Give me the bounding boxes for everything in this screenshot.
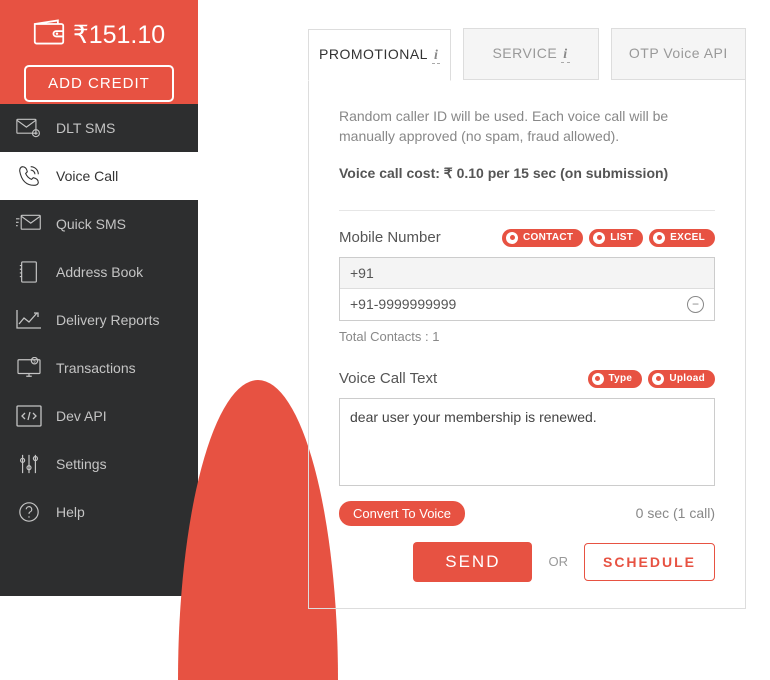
- sidebar-item-label: Voice Call: [56, 168, 118, 184]
- radio-dot-icon: [506, 232, 518, 244]
- sidebar-header: ₹151.10 ADD CREDIT: [0, 0, 198, 104]
- sidebar-item-help[interactable]: Help: [0, 488, 198, 536]
- monitor-money-icon: $: [16, 357, 42, 379]
- envelope-fast-icon: [16, 213, 42, 235]
- sidebar-item-label: Quick SMS: [56, 216, 126, 232]
- sidebar-item-address-book[interactable]: Address Book: [0, 248, 198, 296]
- add-credit-button[interactable]: ADD CREDIT: [24, 65, 174, 102]
- radio-dot-icon: [652, 373, 664, 385]
- contact-pill[interactable]: CONTACT: [502, 229, 583, 247]
- sidebar-item-label: Transactions: [56, 360, 136, 376]
- sidebar-item-delivery-reports[interactable]: Delivery Reports: [0, 296, 198, 344]
- sidebar-item-transactions[interactable]: $ Transactions: [0, 344, 198, 392]
- sidebar-item-label: Help: [56, 504, 85, 520]
- type-pill[interactable]: Type: [588, 370, 643, 388]
- or-label: OR: [548, 554, 568, 569]
- chart-line-icon: [16, 309, 42, 331]
- tab-promotional[interactable]: PROMOTIONALi: [308, 29, 451, 81]
- main-content: PROMOTIONALi SERVICEi OTP Voice API Rand…: [198, 0, 770, 596]
- tab-otp-voice-api[interactable]: OTP Voice API: [611, 28, 746, 80]
- panel-description: Random caller ID will be used. Each voic…: [339, 106, 715, 147]
- send-button[interactable]: SEND: [413, 542, 532, 582]
- panel: Random caller ID will be used. Each voic…: [308, 80, 746, 609]
- remove-contact-button[interactable]: −: [687, 296, 704, 313]
- tab-service[interactable]: SERVICEi: [463, 28, 598, 80]
- envelope-plus-icon: [16, 117, 42, 139]
- total-contacts: Total Contacts : 1: [339, 329, 715, 344]
- voice-text-label: Voice Call Text: [339, 370, 437, 387]
- sliders-icon: [16, 453, 42, 475]
- book-icon: [16, 261, 42, 283]
- radio-dot-icon: [592, 373, 604, 385]
- sidebar-item-label: DLT SMS: [56, 120, 115, 136]
- sidebar-item-settings[interactable]: Settings: [0, 440, 198, 488]
- info-icon[interactable]: i: [561, 47, 569, 63]
- phone-icon: [16, 165, 42, 187]
- contact-number: +91-9999999999: [350, 296, 456, 312]
- radio-dot-icon: [593, 232, 605, 244]
- cost-text: Voice call cost: ₹ 0.10 per 15 sec (on s…: [339, 165, 715, 182]
- sidebar-item-label: Settings: [56, 456, 107, 472]
- sidebar-item-voice-call[interactable]: Voice Call: [0, 152, 198, 200]
- info-icon[interactable]: i: [432, 48, 440, 64]
- wallet-icon: [33, 18, 65, 51]
- tabs: PROMOTIONALi SERVICEi OTP Voice API: [308, 28, 746, 80]
- balance-amount: ₹151.10: [73, 20, 165, 50]
- list-pill[interactable]: LIST: [589, 229, 643, 247]
- sidebar-item-label: Address Book: [56, 264, 143, 280]
- help-icon: [16, 501, 42, 523]
- code-icon: [16, 405, 42, 427]
- schedule-button[interactable]: SCHEDULE: [584, 543, 715, 581]
- voice-text-input[interactable]: [339, 398, 715, 486]
- mobile-prefix[interactable]: +91: [340, 258, 714, 289]
- sidebar-item-quick-sms[interactable]: Quick SMS: [0, 200, 198, 248]
- sidebar: ₹151.10 ADD CREDIT DLT SMS Voice Call Qu…: [0, 0, 198, 596]
- divider: [339, 210, 715, 211]
- upload-pill[interactable]: Upload: [648, 370, 715, 388]
- mobile-number-label: Mobile Number: [339, 229, 441, 246]
- voice-duration-meta: 0 sec (1 call): [636, 505, 715, 521]
- sidebar-nav: DLT SMS Voice Call Quick SMS Address Boo…: [0, 104, 198, 536]
- radio-dot-icon: [653, 232, 665, 244]
- excel-pill[interactable]: EXCEL: [649, 229, 715, 247]
- mobile-number-box: +91 +91-9999999999 −: [339, 257, 715, 321]
- convert-to-voice-button[interactable]: Convert To Voice: [339, 501, 465, 526]
- sidebar-item-label: Delivery Reports: [56, 312, 159, 328]
- contact-entry: +91-9999999999 −: [340, 289, 714, 320]
- sidebar-item-dev-api[interactable]: Dev API: [0, 392, 198, 440]
- sidebar-item-dlt-sms[interactable]: DLT SMS: [0, 104, 198, 152]
- sidebar-item-label: Dev API: [56, 408, 107, 424]
